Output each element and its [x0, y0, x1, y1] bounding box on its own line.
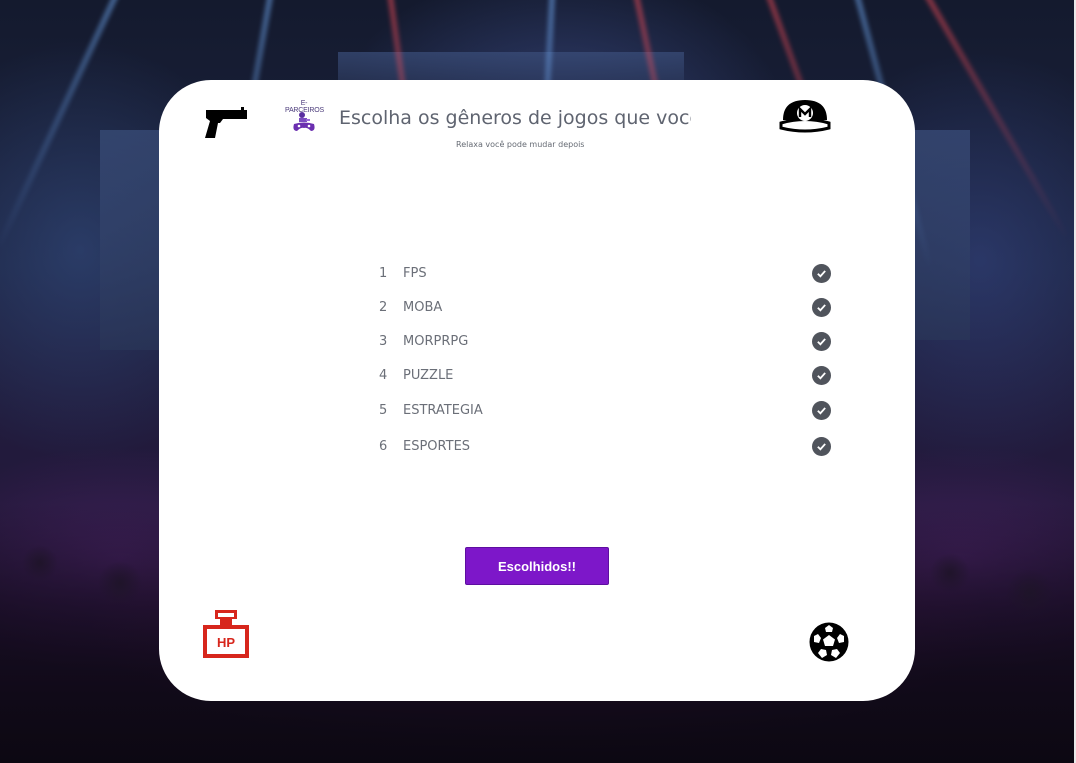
genre-number: 5 [379, 402, 388, 418]
check-circle-icon[interactable] [812, 331, 831, 351]
mario-cap-icon [779, 100, 831, 133]
genre-label: FPS [403, 265, 427, 281]
check-circle-icon[interactable] [812, 297, 831, 317]
genre-row: 6 ESPORTES [379, 428, 831, 464]
genre-label: MORPRPG [403, 333, 469, 349]
genre-number: 1 [379, 265, 388, 281]
genre-label: PUZZLE [403, 367, 454, 383]
genre-row: 5 ESTRATEGIA [379, 392, 831, 428]
genre-list: 1 FPS 2 MOBA 3 MORPRPG 4 PUZZLE 5 ESTRAT… [379, 256, 831, 464]
genre-number: 3 [379, 333, 388, 349]
genre-label: MOBA [403, 299, 443, 315]
genre-row: 3 MORPRPG [379, 324, 831, 358]
page-subtitle: Relaxa você pode mudar depois [456, 140, 585, 149]
confirm-genres-button[interactable]: Escolhidos!! [465, 547, 609, 585]
genre-row: 4 PUZZLE [379, 358, 831, 392]
check-circle-icon[interactable] [812, 365, 831, 385]
check-circle-icon[interactable] [812, 400, 831, 420]
check-circle-icon[interactable] [812, 263, 831, 283]
genre-row: 2 MOBA [379, 290, 831, 324]
genre-number: 6 [379, 438, 388, 454]
svg-text:HP: HP [217, 635, 235, 650]
genre-label: ESTRATEGIA [403, 402, 483, 418]
controller-logo-icon [293, 112, 315, 131]
soccer-ball-icon [809, 622, 849, 662]
genre-selection-card: E-PARCEIROS Escolha os gêneros de jogos … [159, 80, 915, 701]
genre-label: ESPORTES [403, 438, 471, 454]
page-title: Escolha os gêneros de jogos que você gos… [339, 107, 691, 129]
hp-potion-icon: HP [203, 610, 249, 658]
genre-number: 2 [379, 299, 388, 315]
check-circle-icon[interactable] [812, 436, 831, 456]
genre-number: 4 [379, 367, 388, 383]
genre-row: 1 FPS [379, 256, 831, 290]
gun-icon [205, 107, 247, 138]
site-logo[interactable]: E-PARCEIROS [285, 100, 324, 138]
